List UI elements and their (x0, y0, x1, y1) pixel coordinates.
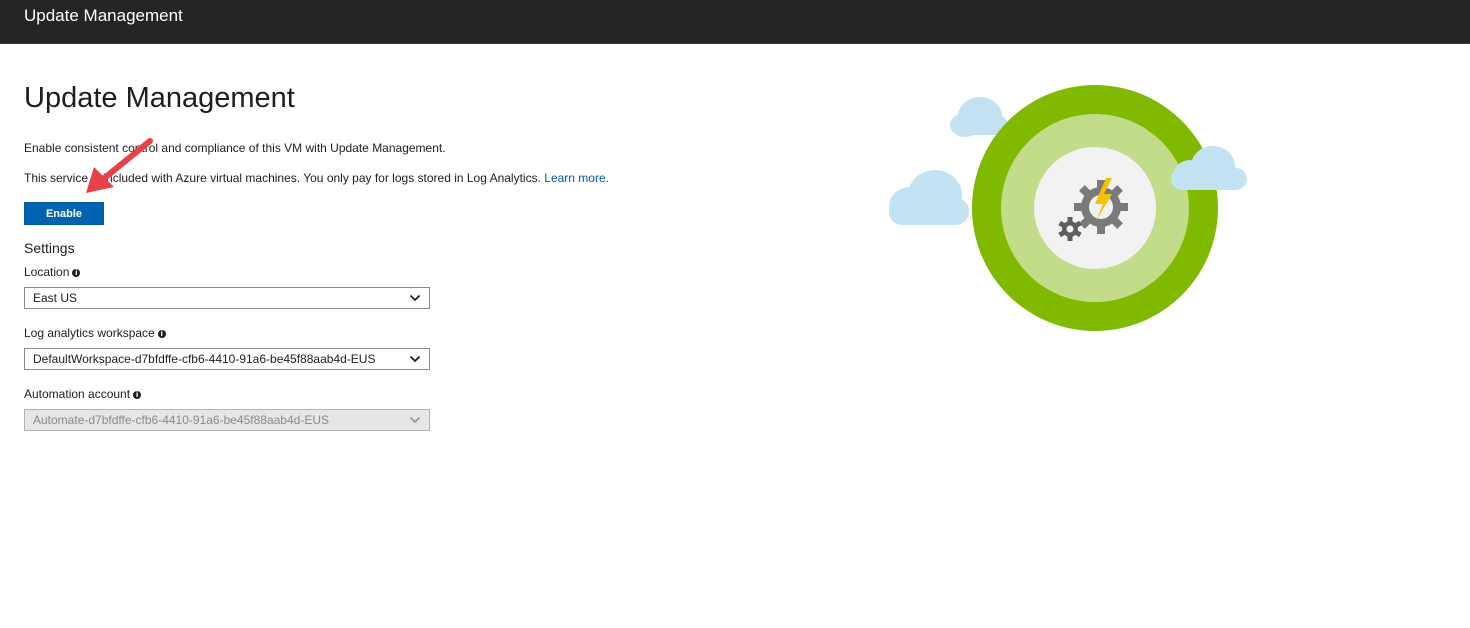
chevron-down-icon (409, 355, 421, 363)
top-bar: Update Management (0, 0, 1470, 44)
info-icon[interactable]: i (133, 391, 142, 399)
page-title: Update Management (24, 82, 295, 114)
location-dropdown[interactable]: East US (24, 287, 430, 309)
automation-account-dropdown: Automate-d7bfdffe-cfb6-4410-91a6-be45f88… (24, 409, 430, 431)
update-management-illustration (889, 85, 1247, 331)
chevron-down-icon (409, 294, 421, 302)
gear-icon (1074, 180, 1128, 234)
chevron-down-icon (409, 416, 421, 424)
location-label-row: Location i (24, 265, 81, 279)
automation-value: Automate-d7bfdffe-cfb6-4410-91a6-be45f88… (33, 413, 329, 427)
workspace-label-row: Log analytics workspace i (24, 326, 166, 340)
enable-button[interactable]: Enable (24, 202, 104, 225)
location-label: Location (24, 265, 70, 279)
automation-label-row: Automation account i (24, 387, 142, 401)
workspace-dropdown[interactable]: DefaultWorkspace-d7bfdffe-cfb6-4410-91a6… (24, 348, 430, 370)
settings-heading: Settings (24, 240, 75, 256)
location-value: East US (33, 291, 78, 305)
workspace-value: DefaultWorkspace-d7bfdffe-cfb6-4410-91a6… (33, 352, 376, 366)
pricing-text: This service is included with Azure virt… (24, 171, 541, 185)
workspace-label: Log analytics workspace (24, 326, 155, 340)
info-icon[interactable]: i (157, 330, 166, 338)
description-pricing: This service is included with Azure virt… (24, 171, 609, 185)
automation-label: Automation account (24, 387, 131, 401)
info-icon[interactable]: i (72, 269, 81, 277)
learn-more-link[interactable]: Learn more. (544, 171, 609, 185)
cloud-icon (889, 170, 969, 225)
description-compliance: Enable consistent control and compliance… (24, 141, 446, 155)
window-title: Update Management (24, 6, 183, 25)
